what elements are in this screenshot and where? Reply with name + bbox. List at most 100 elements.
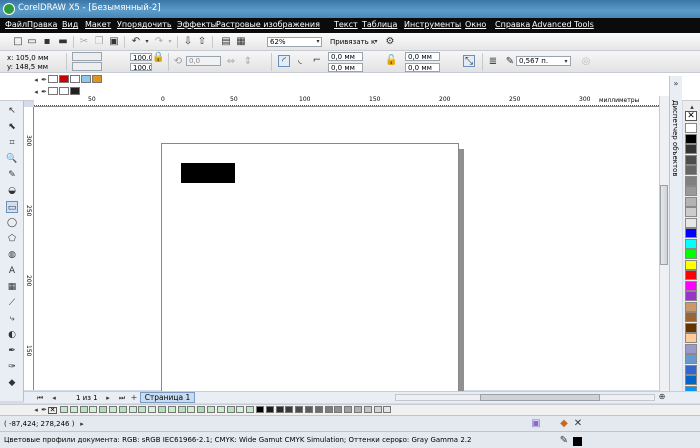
palette-swatch[interactable] bbox=[685, 322, 697, 333]
recent-color-black[interactable] bbox=[70, 87, 80, 95]
document-palette-swatch[interactable] bbox=[187, 406, 196, 413]
document-palette-swatch[interactable] bbox=[383, 406, 392, 413]
scalloped-corner-icon[interactable]: ◟ bbox=[294, 55, 306, 67]
color-mode-icon[interactable]: ▣ bbox=[530, 418, 542, 430]
document-palette-swatch[interactable] bbox=[197, 406, 206, 413]
palette-swatch[interactable] bbox=[685, 228, 697, 238]
document-palette-swatch[interactable] bbox=[334, 406, 343, 413]
corner-radius-top-right[interactable]: 0,0 мм bbox=[405, 52, 440, 61]
scale-height-field[interactable]: 100,0 bbox=[130, 63, 152, 71]
docker-expand-icon[interactable]: » bbox=[670, 78, 682, 90]
palette-swatch[interactable] bbox=[685, 301, 697, 312]
menu-window[interactable]: Окно bbox=[465, 20, 486, 29]
polygon-tool-icon[interactable]: ⬠ bbox=[6, 233, 18, 245]
mirror-horizontal-icon[interactable]: ⇔ bbox=[225, 56, 237, 68]
document-palette-swatch[interactable] bbox=[89, 406, 98, 413]
document-palette-swatch[interactable] bbox=[295, 406, 304, 413]
doc-palette-no-color[interactable]: ✕ bbox=[48, 407, 57, 414]
palette-swatch[interactable] bbox=[685, 343, 697, 354]
connector-tool-icon[interactable]: ⤷ bbox=[6, 313, 18, 325]
document-palette-swatch[interactable] bbox=[324, 406, 333, 413]
options-icon[interactable]: ⚙ bbox=[384, 36, 396, 48]
document-palette-swatch[interactable] bbox=[109, 406, 117, 413]
palette-swatch[interactable] bbox=[685, 249, 697, 259]
menu-view[interactable]: Вид bbox=[62, 20, 78, 29]
cut-icon[interactable]: ✂ bbox=[78, 36, 90, 48]
palette-swatch[interactable] bbox=[685, 259, 697, 270]
palette-swatch[interactable] bbox=[685, 270, 697, 280]
y-position-field[interactable]: y: 148,5 мм bbox=[7, 63, 48, 71]
eyedropper-tool-icon[interactable]: ✒ bbox=[6, 345, 18, 357]
add-page-icon[interactable]: + bbox=[128, 392, 140, 404]
document-palette-swatch[interactable] bbox=[138, 406, 147, 413]
welcome-screen-icon[interactable]: ▦ bbox=[235, 36, 247, 48]
palette-swatch[interactable] bbox=[685, 144, 697, 154]
no-color-swatch[interactable] bbox=[48, 75, 58, 83]
recent-color-blue[interactable] bbox=[81, 75, 91, 83]
document-palette-swatch[interactable] bbox=[177, 406, 186, 413]
first-page-icon[interactable]: ⏮ bbox=[34, 392, 46, 404]
document-palette-swatch[interactable] bbox=[69, 406, 78, 413]
docker-tab-label[interactable]: Диспетчер объектов bbox=[671, 100, 679, 177]
document-palette-swatch[interactable] bbox=[246, 406, 255, 413]
chamfered-corner-icon[interactable]: ⌐ bbox=[311, 55, 323, 67]
recent-color-red[interactable] bbox=[59, 75, 69, 83]
relative-corner-scaling-icon[interactable]: ⤡ bbox=[463, 55, 475, 67]
palette-swatch[interactable] bbox=[685, 165, 697, 175]
page-tab[interactable]: Страница 1 bbox=[140, 392, 195, 403]
menu-arrange[interactable]: Упорядочить bbox=[117, 20, 172, 29]
copy-icon[interactable]: ❐ bbox=[93, 36, 105, 48]
text-tool-icon[interactable]: A bbox=[6, 265, 18, 277]
document-palette-swatch[interactable] bbox=[158, 406, 166, 413]
palette-swatch[interactable] bbox=[685, 207, 697, 217]
next-page-icon[interactable]: ▸ bbox=[102, 392, 114, 404]
zoom-tool-icon[interactable]: 🔍 bbox=[6, 153, 18, 165]
outline-tool-icon[interactable]: ✑ bbox=[6, 361, 18, 373]
document-palette-swatch[interactable] bbox=[79, 406, 88, 413]
menu-edit[interactable]: Правка bbox=[27, 20, 57, 29]
basic-shapes-tool-icon[interactable]: ◍ bbox=[6, 249, 18, 261]
dimension-tool-icon[interactable]: ⟋ bbox=[6, 297, 18, 309]
paste-icon[interactable]: ▣ bbox=[108, 36, 120, 48]
outline-pen-indicator-icon[interactable]: ✎ bbox=[558, 435, 570, 447]
document-palette-swatch[interactable] bbox=[99, 406, 108, 413]
palette-swatch[interactable] bbox=[685, 133, 697, 144]
previous-page-icon[interactable]: ◂ bbox=[48, 392, 60, 404]
palette-swatch[interactable] bbox=[685, 186, 697, 196]
blend-tool-icon[interactable]: ◐ bbox=[6, 329, 18, 341]
scale-width-field[interactable]: 100,0 bbox=[130, 53, 152, 61]
corner-radius-bottom-left[interactable]: 0,0 мм bbox=[328, 63, 363, 72]
menu-help[interactable]: Справка bbox=[495, 20, 530, 29]
freehand-tool-icon[interactable]: ✎ bbox=[6, 169, 18, 181]
outline-color-indicator[interactable] bbox=[573, 437, 582, 446]
fill-tool-icon[interactable]: ◆ bbox=[6, 377, 18, 389]
snap-dropdown-icon[interactable]: ▾ bbox=[370, 36, 382, 48]
menu-table[interactable]: Таблица bbox=[362, 20, 397, 29]
document-palette-swatch[interactable] bbox=[256, 406, 264, 413]
vertical-scroll-thumb[interactable] bbox=[660, 185, 668, 265]
menu-file[interactable]: Файл bbox=[5, 20, 27, 29]
document-palette-swatch[interactable] bbox=[373, 406, 382, 413]
status-expand-icon[interactable]: ▸ bbox=[76, 418, 88, 430]
document-palette-swatch[interactable] bbox=[265, 406, 274, 413]
smart-fill-tool-icon[interactable]: ◒ bbox=[6, 185, 18, 197]
rotation-angle-field[interactable]: 0,0 bbox=[186, 56, 221, 66]
ellipse-tool-icon[interactable]: ◯ bbox=[6, 217, 18, 229]
palette-swatch[interactable] bbox=[685, 196, 697, 207]
pick-tool-icon[interactable]: ↖ bbox=[6, 105, 18, 117]
mirror-vertical-icon[interactable]: ⇕ bbox=[242, 56, 254, 68]
palette-swatch[interactable] bbox=[685, 364, 697, 375]
x-position-field[interactable]: x: 105,0 мм bbox=[7, 54, 49, 62]
menu-advanced-tools[interactable]: Advanced Tools bbox=[532, 20, 594, 29]
document-palette-swatch[interactable] bbox=[118, 406, 127, 413]
document-palette-swatch[interactable] bbox=[305, 406, 313, 413]
document-palette-swatch[interactable] bbox=[354, 406, 362, 413]
document-palette-swatch[interactable] bbox=[363, 406, 372, 413]
profiles-expand-icon[interactable]: ▸ bbox=[395, 435, 407, 447]
wrap-text-icon[interactable]: ≣ bbox=[487, 56, 499, 68]
menu-effects[interactable]: Эффекты bbox=[177, 20, 217, 29]
palette-swatch[interactable] bbox=[685, 123, 697, 133]
palette-swatch[interactable] bbox=[685, 217, 697, 228]
palette-swatch[interactable] bbox=[685, 175, 697, 186]
menu-layout[interactable]: Макет bbox=[85, 20, 111, 29]
